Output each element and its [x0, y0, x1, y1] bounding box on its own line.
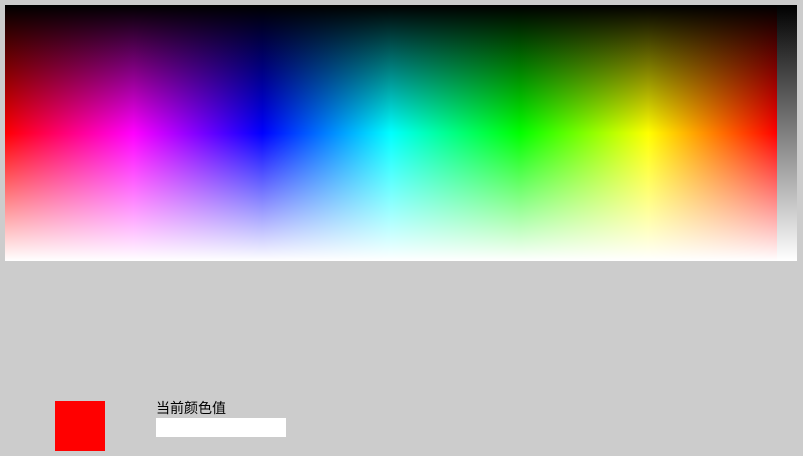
color-picker-page: 当前颜色值: [0, 0, 803, 456]
color-value-input[interactable]: [156, 418, 286, 437]
lightness-slider[interactable]: [777, 5, 797, 261]
color-picker-panel: [5, 5, 797, 261]
current-color-label: 当前颜色值: [156, 401, 226, 417]
hue-saturation-area[interactable]: [5, 5, 777, 261]
current-color-swatch: [55, 401, 105, 451]
